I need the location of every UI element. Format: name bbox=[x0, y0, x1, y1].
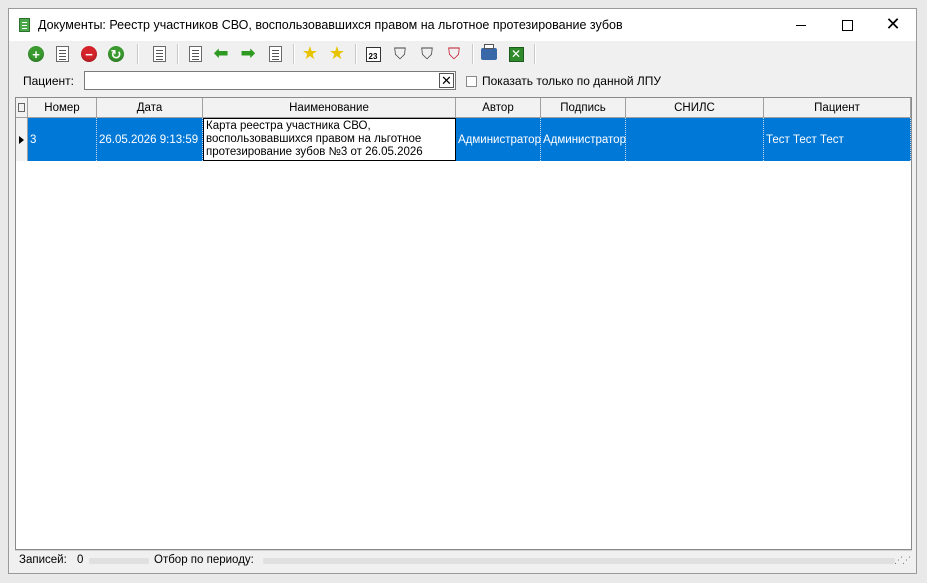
table-row[interactable]: 3 26.05.2026 9:13:59 Карта реестра участ… bbox=[16, 118, 911, 161]
print-button[interactable] bbox=[479, 44, 499, 64]
cell-name[interactable]: Карта реестра участника СВО, воспользова… bbox=[203, 118, 456, 161]
column-header-number[interactable]: Номер bbox=[28, 98, 97, 117]
star-button[interactable]: ★ bbox=[327, 44, 347, 64]
status-bar: Записей: 0 Отбор по периоду: ⋰⋰ bbox=[15, 550, 912, 569]
column-header-snils[interactable]: СНИЛС bbox=[626, 98, 764, 117]
toolbar-separator bbox=[177, 44, 179, 64]
resize-grip-icon[interactable]: ⋰⋰ bbox=[894, 555, 911, 566]
cell-signature[interactable]: Администратор bbox=[541, 118, 626, 161]
records-count: 0 bbox=[77, 554, 84, 566]
window-title: Документы: Реестр участников СВО, воспол… bbox=[38, 18, 623, 32]
minimize-button[interactable] bbox=[778, 9, 824, 41]
title-bar: Документы: Реестр участников СВО, воспол… bbox=[9, 9, 916, 41]
maximize-button[interactable] bbox=[824, 9, 870, 41]
current-row-icon bbox=[19, 135, 24, 144]
refresh-icon: ↻ bbox=[108, 46, 124, 62]
column-chooser-icon bbox=[18, 103, 25, 112]
toolbar-separator bbox=[293, 44, 295, 64]
list-icon bbox=[268, 46, 282, 62]
filter-edit-button[interactable]: ⛉ bbox=[417, 44, 437, 64]
cell-patient[interactable]: Тест Тест Тест bbox=[764, 118, 911, 161]
add-button[interactable]: + bbox=[26, 44, 46, 64]
status-panel-fill bbox=[263, 558, 895, 564]
maximize-icon bbox=[841, 19, 853, 31]
patient-label: Пациент: bbox=[23, 74, 75, 88]
close-icon: ✕ bbox=[885, 14, 901, 35]
document-delete-icon bbox=[152, 46, 166, 62]
calendar-icon: 23 bbox=[365, 46, 381, 62]
add-icon: + bbox=[28, 46, 44, 62]
excel-export-icon: ✕ bbox=[508, 46, 524, 62]
period-filter-label: Отбор по периоду: bbox=[154, 554, 254, 566]
cell-number[interactable]: 3 bbox=[28, 118, 97, 161]
cell-author[interactable]: Администратор bbox=[456, 118, 541, 161]
toolbar-separator bbox=[534, 44, 536, 64]
cell-date[interactable]: 26.05.2026 9:13:59 bbox=[97, 118, 203, 161]
list-button[interactable] bbox=[265, 44, 285, 64]
arrow-left-button[interactable]: ⬅ bbox=[211, 44, 231, 64]
close-button[interactable]: ✕ bbox=[870, 9, 916, 41]
toolbar: + − ↻ ⬅ ➡ ★ ★ 23 ⛉ ⛉ ⛉ ✕ bbox=[15, 41, 912, 67]
toolbar-separator bbox=[137, 44, 139, 64]
star-add-button[interactable]: ★ bbox=[300, 44, 320, 64]
documents-grid[interactable]: Номер Дата Наименование Автор Подпись СН… bbox=[15, 97, 912, 550]
filter-icon: ⛉ bbox=[393, 44, 406, 63]
refresh-button[interactable]: ↻ bbox=[106, 44, 126, 64]
toolbar-separator bbox=[472, 44, 474, 64]
column-chooser[interactable] bbox=[16, 98, 28, 117]
filter-edit-icon: ⛉ bbox=[420, 44, 433, 63]
arrow-right-icon: ➡ bbox=[240, 43, 256, 64]
main-window: Документы: Реестр участников СВО, воспол… bbox=[8, 8, 917, 574]
column-header-signature[interactable]: Подпись bbox=[541, 98, 626, 117]
show-only-lpu-checkbox[interactable] bbox=[466, 76, 477, 87]
edit-button[interactable] bbox=[52, 44, 72, 64]
copy-button[interactable] bbox=[185, 44, 205, 64]
copy-icon bbox=[188, 46, 202, 62]
filter-button[interactable]: ⛉ bbox=[390, 44, 410, 64]
filter-clear-button[interactable]: ⛉ bbox=[444, 44, 464, 64]
edit-icon bbox=[55, 46, 69, 62]
grid-header: Номер Дата Наименование Автор Подпись СН… bbox=[16, 98, 911, 118]
delete-button[interactable]: − bbox=[79, 44, 99, 64]
column-header-patient[interactable]: Пациент bbox=[764, 98, 911, 117]
clear-icon: ✕ bbox=[441, 73, 452, 88]
column-header-name[interactable]: Наименование bbox=[203, 98, 456, 117]
toolbar-separator bbox=[355, 44, 357, 64]
document-delete-button[interactable] bbox=[149, 44, 169, 64]
clear-patient-button[interactable]: ✕ bbox=[439, 73, 454, 88]
print-icon bbox=[481, 44, 497, 60]
patient-input[interactable] bbox=[84, 71, 456, 90]
calendar-button[interactable]: 23 bbox=[363, 44, 383, 64]
star-add-icon: ★ bbox=[301, 43, 319, 64]
status-panel-fill bbox=[89, 558, 149, 564]
arrow-left-icon: ⬅ bbox=[213, 43, 229, 64]
arrow-right-button[interactable]: ➡ bbox=[238, 44, 258, 64]
row-indicator bbox=[16, 118, 28, 161]
excel-export-button[interactable]: ✕ bbox=[506, 44, 526, 64]
show-only-lpu-label[interactable]: Показать только по данной ЛПУ bbox=[482, 74, 661, 88]
cell-snils[interactable] bbox=[626, 118, 764, 161]
filter-bar: Пациент: ✕ Показать только по данной ЛПУ bbox=[15, 68, 912, 94]
column-header-date[interactable]: Дата bbox=[97, 98, 203, 117]
app-icon bbox=[19, 18, 30, 32]
star-icon: ★ bbox=[328, 43, 346, 64]
column-header-author[interactable]: Автор bbox=[456, 98, 541, 117]
records-label: Записей: bbox=[19, 554, 67, 566]
minimize-icon bbox=[796, 24, 806, 26]
delete-icon: − bbox=[81, 46, 97, 62]
filter-clear-icon: ⛉ bbox=[447, 44, 460, 63]
